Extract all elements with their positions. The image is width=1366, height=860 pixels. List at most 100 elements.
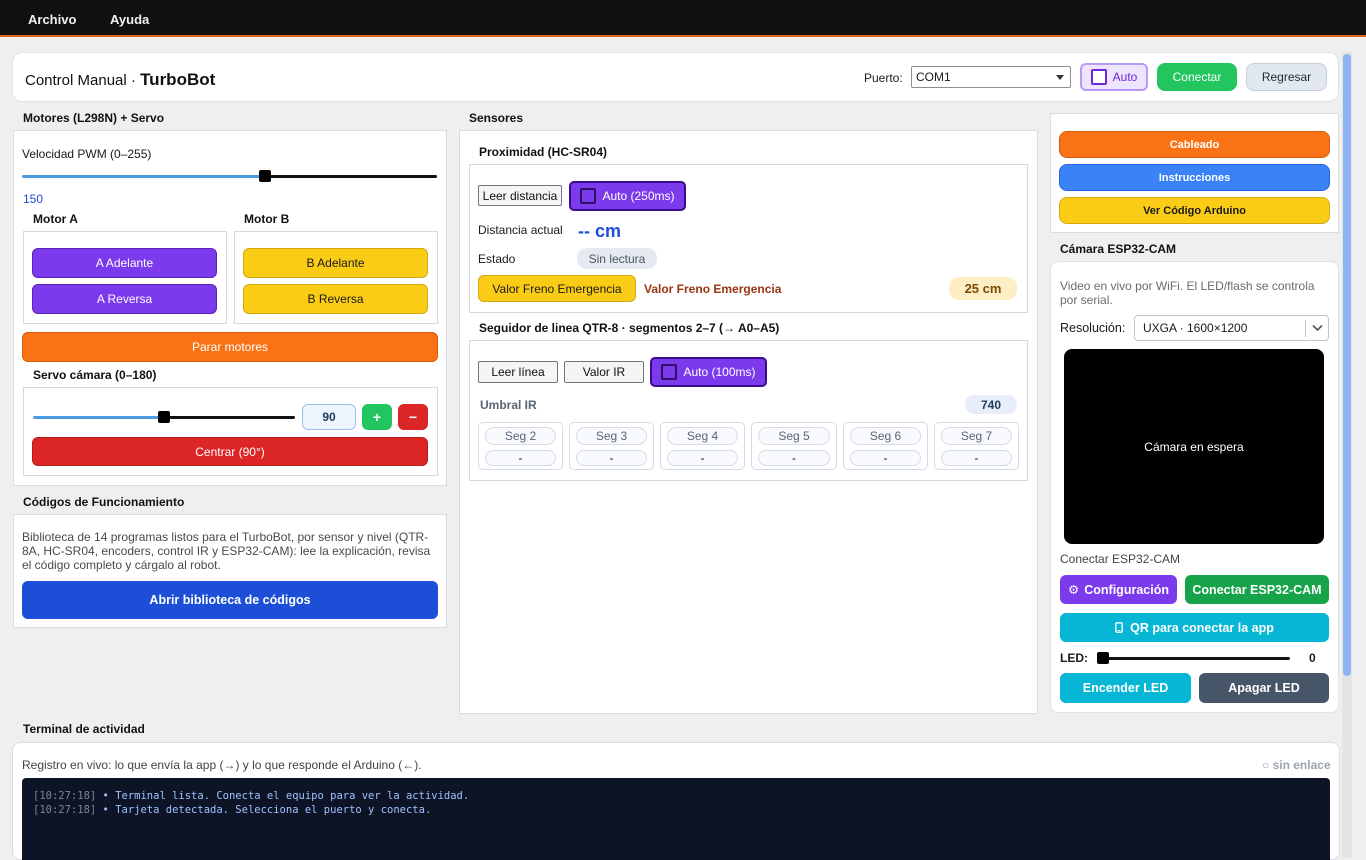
menu-archivo[interactable]: Archivo — [28, 12, 76, 27]
ir-threshold-value[interactable]: 740 — [965, 395, 1017, 414]
motor-a-title: Motor A — [33, 212, 78, 226]
resolution-select-value: UXGA · 1600×1200 — [1143, 321, 1248, 335]
select-divider — [1305, 320, 1306, 337]
pwm-label: Velocidad PWM (0–255) — [22, 147, 152, 161]
connect-cam-button[interactable]: Conectar ESP32-CAM — [1185, 575, 1329, 604]
led-slider-track — [1103, 657, 1290, 660]
led-on-button[interactable]: Encender LED — [1060, 673, 1191, 703]
open-code-library-button[interactable]: Abrir biblioteca de códigos — [22, 581, 438, 619]
chevron-down-icon — [1056, 75, 1064, 80]
chevron-down-icon — [1312, 324, 1323, 332]
terminal-line-text: • Tarjeta detectada. Selecciona el puert… — [102, 804, 432, 816]
instructions-button[interactable]: Instrucciones — [1059, 164, 1330, 191]
camera-preview: Cámara en espera — [1064, 349, 1324, 544]
segment-card: Seg 6 - — [843, 422, 928, 470]
line-auto-label: Auto (100ms) — [683, 365, 756, 379]
emergency-brake-value: 25 cm — [949, 277, 1017, 300]
terminal-line: [10:27:18] • Terminal lista. Conecta el … — [33, 790, 469, 802]
back-button[interactable]: Regresar — [1246, 63, 1327, 91]
motors-section-title: Motores (L298N) + Servo — [23, 111, 165, 125]
phone-icon — [1115, 622, 1123, 633]
servo-slider-track — [164, 416, 295, 419]
distance-label: Distancia actual — [478, 223, 563, 237]
motor-b-forward-button[interactable]: B Adelante — [243, 248, 428, 278]
led-slider[interactable] — [1097, 650, 1290, 666]
segment-card: Seg 5 - — [751, 422, 837, 470]
camera-section-title: Cámara ESP32-CAM — [1060, 242, 1177, 256]
led-value: 0 — [1309, 651, 1316, 665]
segment-name: Seg 2 — [485, 427, 556, 445]
read-line-button[interactable]: Leer línea — [478, 361, 558, 383]
page-title: Control Manual · TurboBot — [25, 70, 215, 90]
motor-b-title: Motor B — [244, 212, 290, 226]
segment-value: - — [758, 450, 830, 466]
ir-value-button[interactable]: Valor IR — [564, 361, 644, 383]
segment-value: - — [850, 450, 921, 466]
auto-port-label: Auto — [1112, 70, 1138, 84]
port-select[interactable]: COM1 — [911, 66, 1071, 88]
segment-name: Seg 7 — [941, 427, 1012, 445]
stop-motors-button[interactable]: Parar motores — [22, 332, 438, 362]
motor-b-reverse-button[interactable]: B Reversa — [243, 284, 428, 314]
arduino-code-button[interactable]: Ver Código Arduino — [1059, 197, 1330, 224]
terminal-line-time: [10:27:18] — [33, 790, 97, 802]
scrollbar-thumb[interactable] — [1343, 54, 1351, 676]
segment-value: - — [485, 450, 556, 466]
segment-value: - — [576, 450, 647, 466]
menu-ayuda[interactable]: Ayuda — [110, 12, 149, 27]
servo-slider[interactable] — [33, 409, 295, 425]
led-label: LED: — [1060, 651, 1088, 665]
distance-auto-checkbox[interactable] — [580, 188, 597, 204]
servo-minus-button[interactable]: − — [398, 404, 428, 430]
state-badge: Sin lectura — [577, 248, 657, 269]
line-auto-checkbox[interactable] — [661, 364, 678, 380]
servo-slider-fill — [33, 416, 164, 419]
led-off-button[interactable]: Apagar LED — [1199, 673, 1329, 703]
segment-name: Seg 6 — [850, 427, 921, 445]
segment-name: Seg 4 — [667, 427, 738, 445]
camera-idle-text: Cámara en espera — [1144, 439, 1244, 454]
terminal-line: [10:27:18] • Tarjeta detectada. Seleccio… — [33, 804, 431, 816]
led-slider-thumb[interactable] — [1097, 652, 1109, 664]
terminal-line-text: • Terminal lista. Conecta el equipo para… — [102, 790, 470, 802]
distance-auto-toggle[interactable]: Auto (250ms) — [569, 181, 686, 211]
port-select-value: COM1 — [916, 70, 951, 84]
terminal-line-time: [10:27:18] — [33, 804, 97, 816]
servo-plus-button[interactable]: + — [362, 404, 392, 430]
qr-app-label: QR para conectar la app — [1130, 620, 1274, 635]
line-auto-toggle[interactable]: Auto (100ms) — [650, 357, 767, 387]
connect-cam-label: Conectar ESP32-CAM — [1060, 552, 1181, 566]
distance-auto-label: Auto (250ms) — [602, 189, 675, 203]
segment-card: Seg 3 - — [569, 422, 654, 470]
pwm-slider-fill — [22, 175, 265, 178]
wiring-button[interactable]: Cableado — [1059, 131, 1330, 158]
menu-bar: Archivo Ayuda — [0, 0, 1366, 37]
port-label: Puerto: — [864, 71, 903, 85]
segment-name: Seg 3 — [576, 427, 647, 445]
resolution-select[interactable]: UXGA · 1600×1200 — [1134, 315, 1329, 341]
segment-value: - — [667, 450, 738, 466]
qr-app-button[interactable]: QR para conectar la app — [1060, 613, 1329, 642]
servo-angle-input[interactable]: 90 — [302, 404, 356, 430]
sensors-section-title: Sensores — [469, 111, 524, 125]
center-servo-button[interactable]: Centrar (90°) — [32, 437, 428, 466]
page-title-robot: TurboBot — [140, 70, 216, 89]
connect-button[interactable]: Conectar — [1157, 63, 1237, 91]
state-label: Estado — [478, 252, 516, 266]
emergency-brake-button[interactable]: Valor Freno Emergencia — [478, 275, 636, 302]
segment-value: - — [941, 450, 1012, 466]
auto-port-checkbox[interactable] — [1090, 69, 1107, 85]
camera-config-button[interactable]: ⚙ Configuración — [1060, 575, 1177, 604]
codes-section-title: Códigos de Funcionamiento — [23, 495, 185, 509]
read-distance-button[interactable]: Leer distancia — [478, 185, 562, 206]
motor-a-forward-button[interactable]: A Adelante — [32, 248, 217, 278]
servo-slider-thumb[interactable] — [158, 411, 170, 423]
motor-a-reverse-button[interactable]: A Reversa — [32, 284, 217, 314]
terminal-screen[interactable]: [10:27:18] • Terminal lista. Conecta el … — [22, 778, 1330, 860]
pwm-slider-thumb[interactable] — [259, 170, 271, 182]
pwm-slider[interactable] — [22, 168, 437, 184]
distance-value: -- cm — [578, 221, 622, 241]
auto-port-toggle[interactable]: Auto — [1080, 63, 1148, 91]
segment-card: Seg 2 - — [478, 422, 563, 470]
gear-icon: ⚙ — [1068, 583, 1080, 597]
